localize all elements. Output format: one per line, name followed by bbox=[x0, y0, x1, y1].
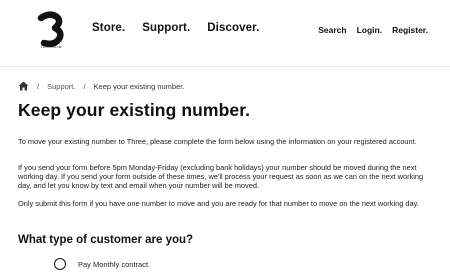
register-link[interactable]: Register. bbox=[392, 25, 428, 35]
radio-icon[interactable] bbox=[54, 258, 66, 270]
nav-support[interactable]: Support. bbox=[142, 22, 190, 34]
breadcrumb-current: Keep your existing number. bbox=[93, 81, 185, 91]
breadcrumb: / Support. / Keep your existing number. bbox=[18, 81, 184, 91]
search-link[interactable]: Search bbox=[318, 25, 346, 35]
three-logo-icon[interactable] bbox=[32, 9, 70, 49]
logo-caption: Three.co.uk bbox=[40, 44, 62, 49]
utility-nav: Search Login. Register. bbox=[308, 25, 428, 35]
login-link[interactable]: Login. bbox=[357, 25, 383, 35]
breadcrumb-separator: / bbox=[37, 81, 40, 91]
breadcrumb-support[interactable]: Support. bbox=[47, 82, 75, 91]
pay-monthly-option[interactable]: Pay Monthly contract. bbox=[54, 258, 150, 270]
pay-monthly-label[interactable]: Pay Monthly contract. bbox=[78, 260, 150, 269]
site-header: Three.co.uk Store. Support. Discover. Se… bbox=[0, 0, 450, 66]
customer-type-heading: What type of customer are you? bbox=[18, 234, 194, 246]
header-divider bbox=[0, 66, 450, 67]
submit-note-paragraph: Only submit this form if you have one nu… bbox=[18, 199, 419, 208]
intro-paragraph: To move your existing number to Three, p… bbox=[18, 137, 417, 146]
nav-discover[interactable]: Discover. bbox=[207, 22, 259, 34]
main-nav: Store. Support. Discover. bbox=[92, 22, 276, 34]
home-icon[interactable] bbox=[18, 81, 29, 91]
timing-paragraph: If you send your form before 5pm Monday-… bbox=[18, 163, 424, 190]
page-title: Keep your existing number. bbox=[18, 100, 251, 120]
breadcrumb-separator: / bbox=[83, 81, 86, 91]
nav-store[interactable]: Store. bbox=[92, 22, 125, 34]
